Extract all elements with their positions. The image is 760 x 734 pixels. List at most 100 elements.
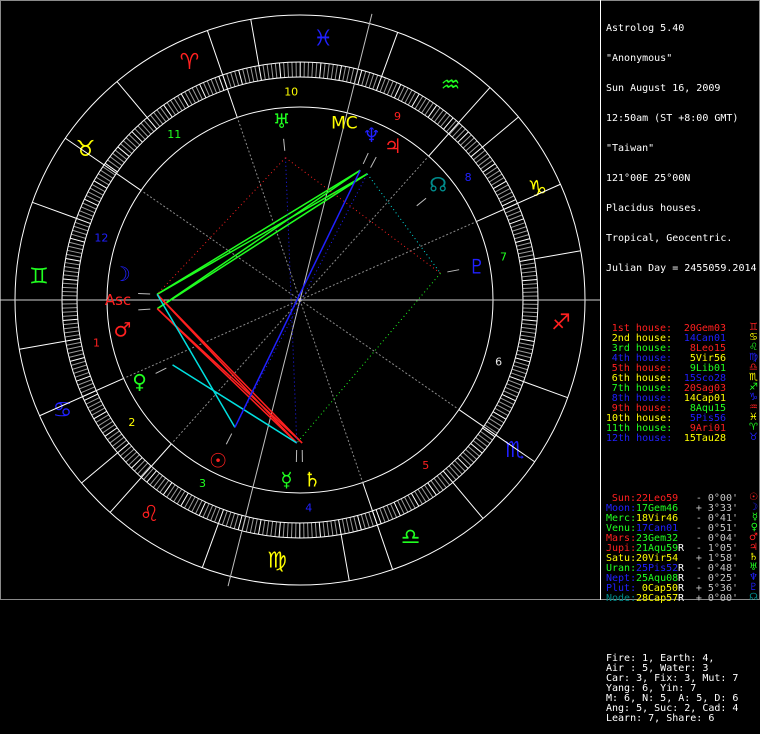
aspect-line-uran-moon — [157, 158, 285, 295]
sign-boundary — [251, 19, 259, 65]
info-panel: Astrolog 5.40 "Anonymous" Sun August 16,… — [606, 4, 758, 734]
house-number: 3 — [199, 477, 206, 490]
planet-row-node: Node:28Cap57R+ 0°00'☊ — [606, 594, 758, 604]
summary-line: M: 6, N: 5, A: 5, D: 6 — [606, 694, 758, 704]
house-number: 11 — [167, 128, 181, 141]
summary-line: Car: 3, Fix: 3, Mut: 7 — [606, 674, 758, 684]
planet-pointer — [417, 198, 426, 206]
sign-boundary — [202, 524, 218, 568]
planet-position-list: Sun:22Leo59- 0°00'☉Moon:17Gem46+ 3°33'☽M… — [606, 494, 758, 604]
mars-icon: ♂ — [113, 318, 131, 342]
degree-tick — [308, 523, 309, 538]
sign-cap-icon: ♑ — [528, 177, 548, 202]
degree-tick — [62, 291, 77, 292]
house-cusp-inner-line — [300, 156, 429, 300]
planet-position: 28Cap57 — [636, 594, 678, 604]
degree-tick — [308, 62, 309, 77]
summary-line: Yang: 6, Yin: 7 — [606, 684, 758, 694]
sign-leo-icon: ♌ — [140, 502, 160, 527]
sign-icon: ♉ — [749, 433, 758, 443]
house-label: 12th house: — [606, 434, 672, 444]
sign-boundary — [32, 202, 76, 218]
sign-sag-icon: ♐ — [551, 311, 571, 336]
house-system: Placidus houses. — [606, 204, 758, 214]
planet-pointer — [363, 153, 368, 164]
uran-icon: ♅ — [273, 109, 291, 133]
house-cusp-value: 15Tau28 — [672, 434, 726, 444]
chart-coords: 121°00E 25°00N — [606, 174, 758, 184]
house-number: 12 — [94, 232, 108, 245]
chart-place: "Taiwan" — [606, 144, 758, 154]
jupi-icon: ♃ — [384, 134, 402, 158]
aspect-line-plut-merc — [297, 273, 441, 443]
merc-icon: ☿ — [280, 467, 292, 491]
house-cusp-inner-line — [237, 117, 300, 300]
degree-tick — [62, 308, 77, 309]
sign-lib-icon: ♎ — [401, 525, 421, 550]
sign-boundary — [117, 82, 147, 118]
aspect-line-mars-satu — [157, 309, 302, 443]
summary-line: Fire: 1, Earth: 4, — [606, 654, 758, 664]
sign-boundary — [453, 482, 483, 518]
chart-wheel: ♈♉♊♋♌♍♎♏♐♑♒♓123456789101112☉☽☿♀♂♃♄♅♆♇☊As… — [0, 0, 600, 600]
sign-gem-icon: ♊ — [29, 264, 49, 289]
planet-latitude: + 0°00' — [684, 594, 738, 604]
degree-tick — [523, 292, 538, 293]
sign-boundary — [82, 453, 118, 483]
house-number: 10 — [284, 86, 298, 99]
chart-date: Sun August 16, 2009 — [606, 84, 758, 94]
house-cusp-inner-line — [141, 190, 300, 300]
julian-day: Julian Day = 2455059.2014 — [606, 264, 758, 274]
sign-vir-icon: ♍ — [267, 548, 287, 573]
nept-icon: ♆ — [363, 123, 381, 147]
summary-line: Learn: 7, Share: 6 — [606, 714, 758, 724]
house-number: 5 — [422, 459, 429, 472]
house-cusp-inner-line — [300, 300, 459, 410]
plut-icon: ♇ — [468, 254, 486, 278]
planet-pointer — [226, 434, 231, 445]
planet-pointer — [156, 368, 167, 373]
chart-time: 12:50am (ST +8:00 GMT) — [606, 114, 758, 124]
sign-boundary — [19, 341, 65, 349]
house-number: 8 — [465, 171, 472, 184]
aspect-line-moon-jupi — [157, 174, 367, 294]
house-number: 6 — [495, 355, 502, 368]
house-cusp-inner-line — [124, 300, 300, 378]
degree-tick — [523, 308, 538, 309]
sign-ari-icon: ♈ — [180, 50, 200, 75]
house-row: 12th house:15Tau28 ♉ — [606, 434, 758, 444]
aspect-line-mars-jupi — [157, 174, 367, 309]
venu-icon: ♀ — [132, 370, 147, 394]
app-title: Astrolog 5.40 — [606, 24, 758, 34]
planet-pointer — [138, 309, 150, 310]
house-number: 9 — [394, 110, 401, 123]
sign-boundary — [524, 382, 568, 398]
planet-pointer — [284, 139, 285, 151]
sign-sco-icon: ♏ — [505, 438, 525, 463]
satu-icon: ♄ — [303, 468, 321, 492]
aspect-line-mars-nept — [157, 170, 360, 308]
house-number: 4 — [305, 501, 312, 514]
node-icon: ☊ — [429, 173, 447, 197]
sign-boundary — [382, 32, 398, 76]
degree-tick — [291, 523, 292, 538]
midheaven-label: MC — [331, 113, 358, 133]
sign-boundary — [482, 117, 518, 147]
sun-icon: ☉ — [209, 448, 227, 472]
planet-label: Node: — [606, 594, 636, 604]
chart-name: "Anonymous" — [606, 54, 758, 64]
sign-pis-icon: ♓ — [313, 27, 333, 52]
element-summary: Fire: 1, Earth: 4,Air : 5, Water: 3Car: … — [606, 654, 758, 724]
moon-icon: ☽ — [113, 262, 131, 286]
sign-aqu-icon: ♒ — [441, 73, 461, 98]
sign-boundary — [341, 534, 349, 580]
summary-line: Air : 5, Water: 3 — [606, 664, 758, 674]
house-cusp-inner-line — [300, 300, 363, 483]
sign-tau-icon: ♉ — [76, 137, 96, 162]
sign-boundary — [534, 251, 580, 259]
zodiac-type: Tropical, Geocentric. — [606, 234, 758, 244]
aspect-line-moon-sun — [157, 294, 235, 427]
aspect-line-uran-plut — [286, 158, 441, 274]
house-number: 2 — [128, 416, 135, 429]
planet-pointer — [447, 270, 459, 272]
